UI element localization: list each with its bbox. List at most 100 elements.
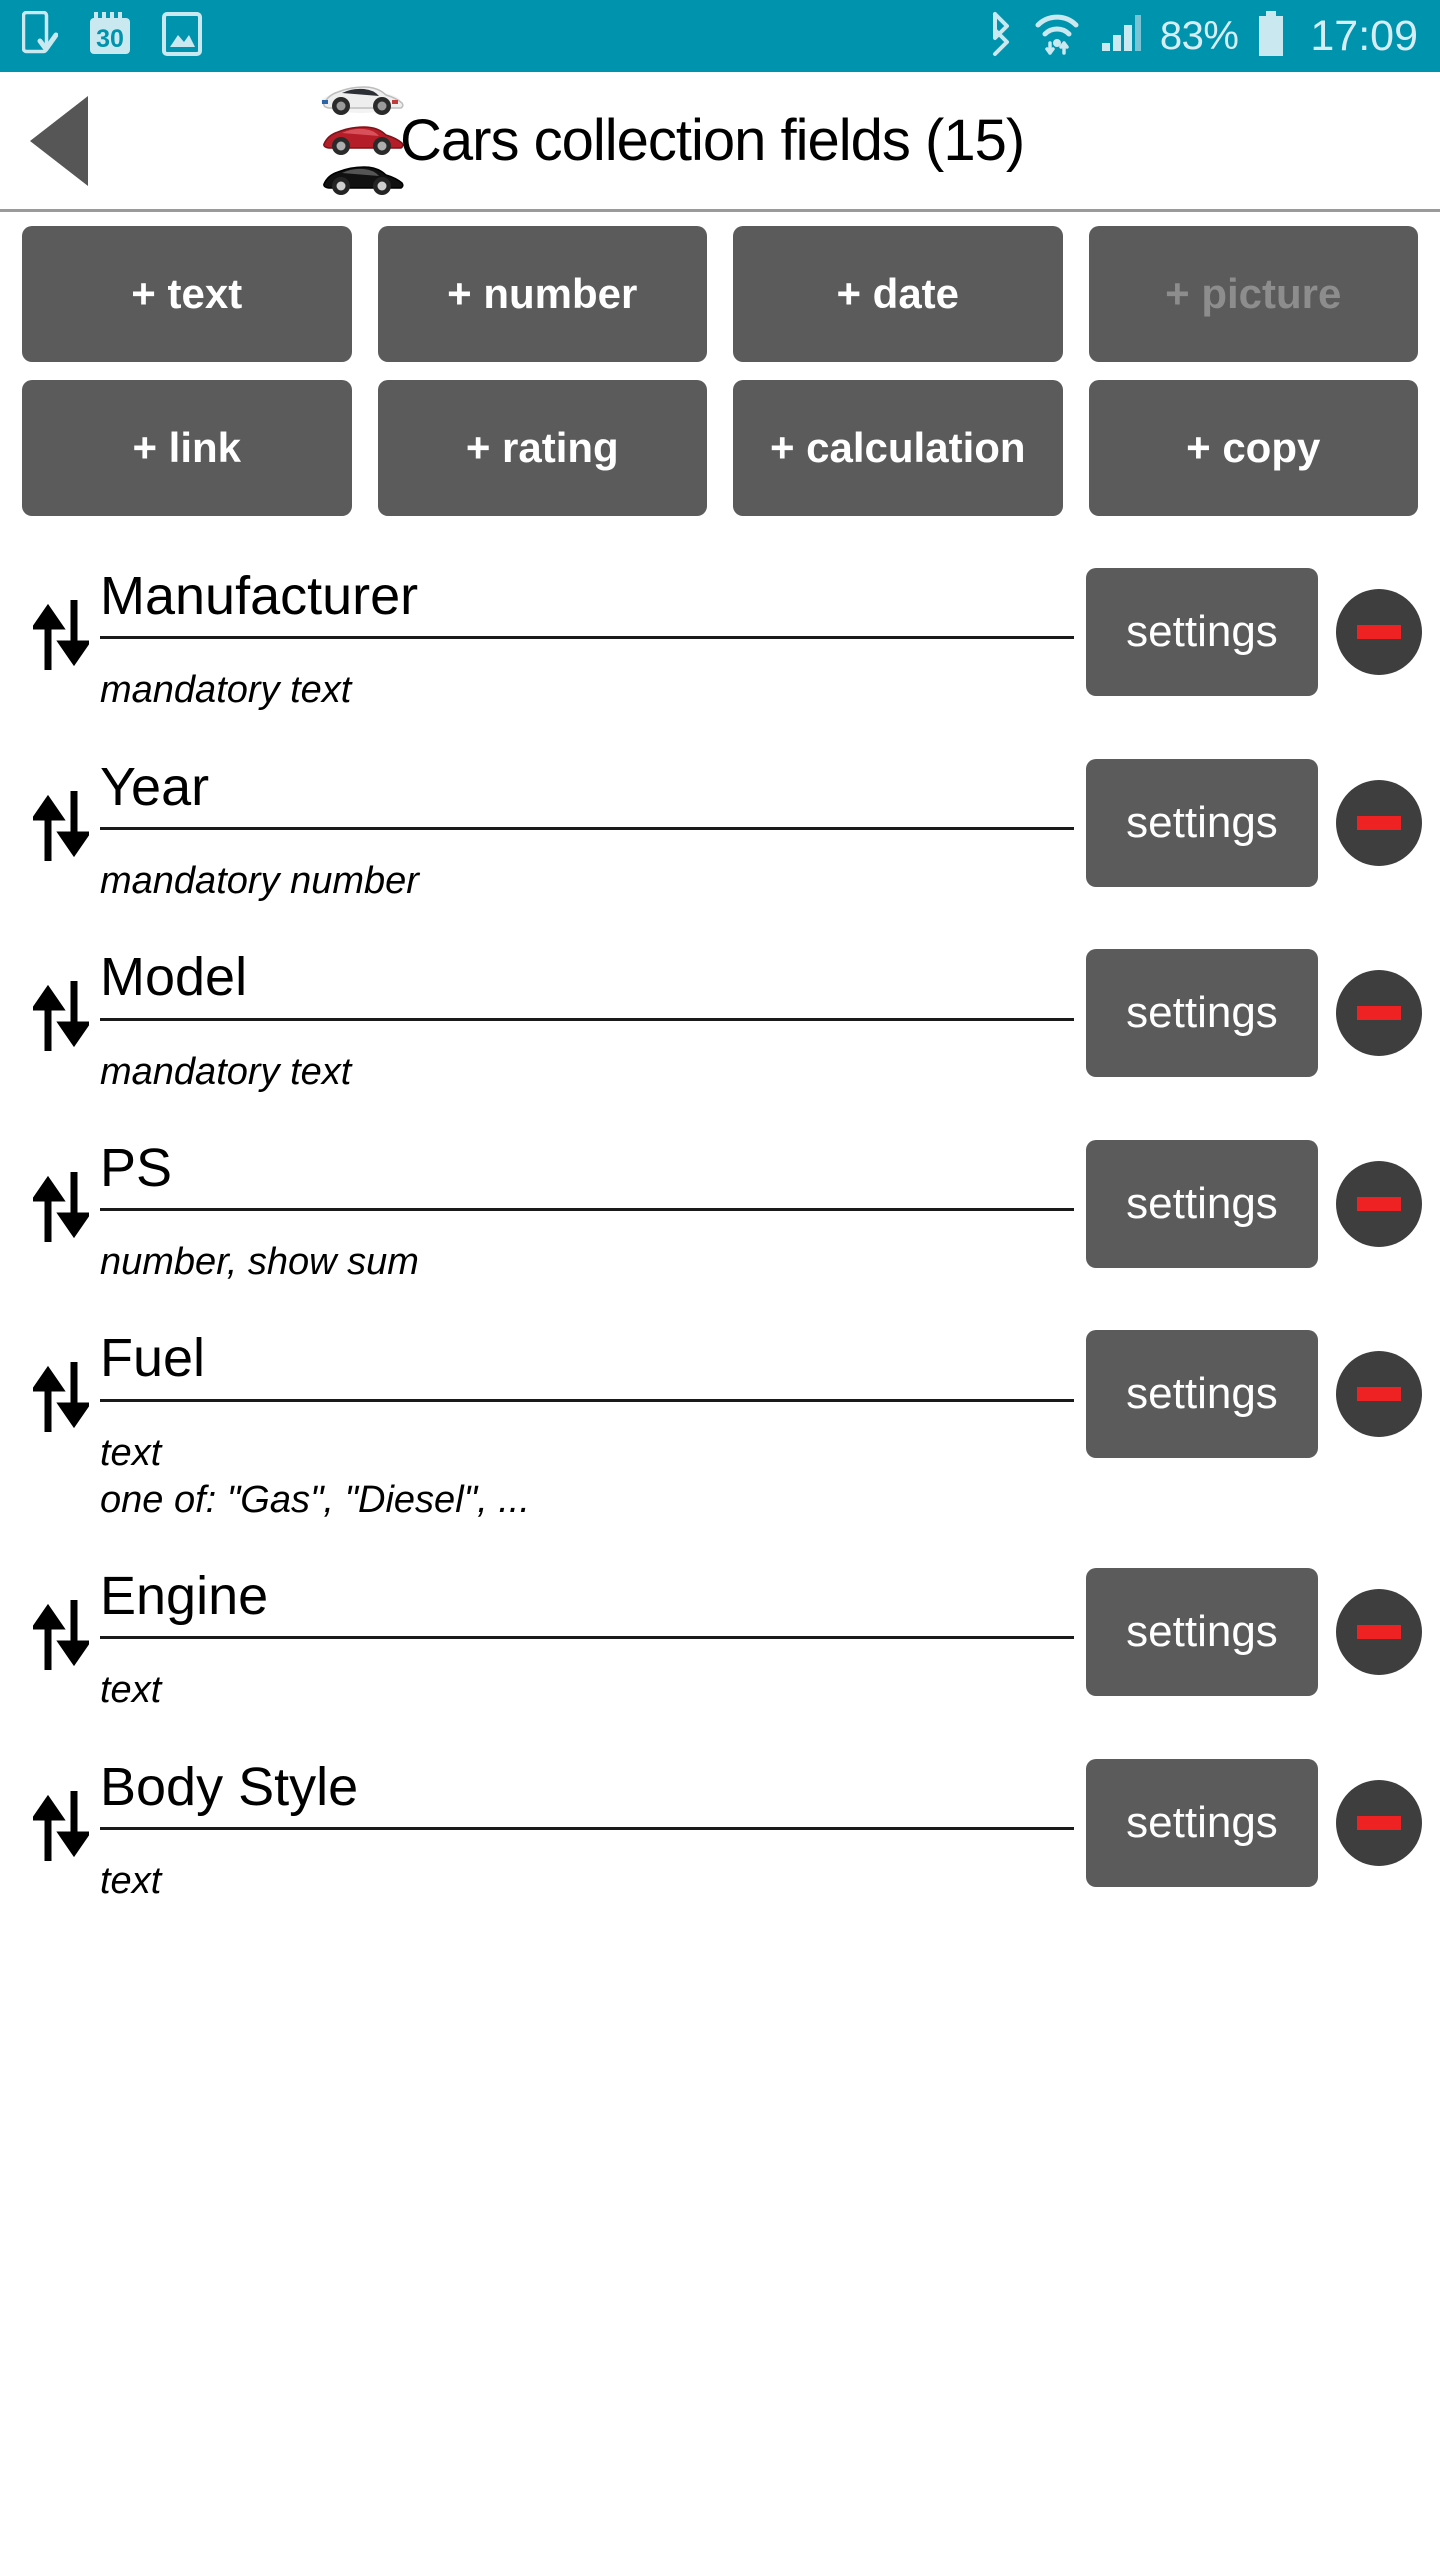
field-description: mandatory text [100, 1050, 352, 1093]
minus-icon [1357, 1625, 1401, 1639]
add-picture-button[interactable]: + picture [1088, 226, 1418, 362]
field-actions: settings [1086, 1314, 1422, 1459]
field-main: Engine text [100, 1552, 1086, 1743]
minus-icon [1357, 1815, 1401, 1830]
field-settings-button[interactable]: settings [1086, 1330, 1318, 1459]
reorder-arrows-icon [33, 1600, 89, 1670]
minus-icon [1357, 815, 1401, 830]
add-field-row-1: + text + number + date + picture [0, 226, 1440, 362]
field-settings-button[interactable]: settings [1086, 1568, 1318, 1696]
field-remove-button[interactable] [1336, 589, 1422, 675]
phone-download-icon [21, 10, 59, 62]
add-date-button[interactable]: + date [733, 226, 1063, 362]
cars-collection-icon [321, 85, 404, 195]
field-main: Body Style text [100, 1743, 1086, 1934]
minus-icon [1357, 1196, 1401, 1211]
add-number-button[interactable]: + number [377, 226, 707, 362]
svg-text:30: 30 [96, 25, 124, 53]
field-name-input[interactable]: Model [100, 933, 1074, 1021]
field-description: text one of: "Gas", "Diesel", ... [100, 1431, 530, 1521]
field-actions: settings [1086, 743, 1422, 887]
field-row: Manufacturer mandatory text settings [0, 552, 1440, 743]
back-arrow-icon [30, 95, 88, 186]
field-name-input[interactable]: PS [100, 1124, 1074, 1212]
field-remove-button[interactable] [1336, 779, 1422, 866]
calendar-icon: 30 [88, 11, 132, 62]
bluetooth-icon [986, 10, 1016, 63]
field-name-value: Manufacturer [100, 566, 419, 626]
reorder-arrows-icon [33, 1362, 89, 1433]
add-link-button[interactable]: + link [22, 380, 352, 516]
field-name-value: Body Style [100, 1756, 359, 1817]
field-actions: settings [1086, 1124, 1422, 1268]
field-name-input[interactable]: Engine [100, 1552, 1074, 1640]
status-bar-left-icons: 30 [21, 10, 202, 62]
field-settings-button[interactable]: settings [1086, 1758, 1318, 1887]
title-group: Cars collection fields (15) [318, 80, 1025, 202]
reorder-handle[interactable] [22, 552, 100, 672]
field-row: Year mandatory number settings [0, 743, 1440, 934]
field-name-input[interactable]: Year [100, 743, 1074, 831]
field-main: Model mandatory text [100, 933, 1086, 1124]
reorder-arrows-icon [33, 600, 89, 670]
field-description: text [100, 1860, 162, 1903]
battery-icon [1256, 10, 1286, 63]
status-bar-right-icons: 83% 17:09 [986, 10, 1418, 63]
reorder-handle[interactable] [22, 1552, 100, 1672]
field-description: number, show sum [100, 1241, 419, 1284]
field-settings-button[interactable]: settings [1086, 1139, 1318, 1268]
field-row: Fuel text one of: "Gas", "Diesel", ... s… [0, 1314, 1440, 1552]
field-actions: settings [1086, 1743, 1422, 1887]
field-name-input[interactable]: Fuel [100, 1314, 1074, 1402]
field-name-value: Model [100, 947, 248, 1008]
field-main: PS number, show sum [100, 1124, 1086, 1315]
reorder-arrows-icon [33, 1171, 89, 1242]
minus-icon [1357, 625, 1401, 639]
field-remove-button[interactable] [1336, 1351, 1422, 1438]
field-name-value: Fuel [100, 1328, 206, 1389]
field-description: mandatory text [100, 669, 352, 712]
field-name-input[interactable]: Manufacturer [100, 552, 1074, 640]
cellular-signal-icon [1098, 11, 1142, 62]
field-description: mandatory number [100, 860, 419, 903]
add-text-button[interactable]: + text [22, 226, 352, 362]
reorder-handle[interactable] [22, 1743, 100, 1863]
add-copy-button[interactable]: + copy [1088, 380, 1418, 516]
field-actions: settings [1086, 1552, 1422, 1696]
status-bar: 30 83% 17:09 [0, 0, 1440, 72]
field-row: PS number, show sum settings [0, 1124, 1440, 1315]
minus-icon [1357, 1387, 1401, 1402]
field-main: Fuel text one of: "Gas", "Diesel", ... [100, 1314, 1086, 1552]
field-name-value: Year [100, 756, 210, 817]
field-remove-button[interactable] [1336, 1160, 1422, 1247]
add-field-row-2: + link + rating + calculation + copy [0, 380, 1440, 516]
page-title: Cars collection fields (15) [400, 108, 1025, 173]
reorder-handle[interactable] [22, 1314, 100, 1434]
field-row: Body Style text settings [0, 1743, 1440, 1934]
back-button[interactable] [0, 95, 118, 186]
clock-label: 17:09 [1310, 11, 1418, 60]
field-name-input[interactable]: Body Style [100, 1743, 1074, 1831]
battery-percent-label: 83% [1159, 13, 1239, 58]
reorder-handle[interactable] [22, 933, 100, 1053]
field-settings-button[interactable]: settings [1086, 568, 1318, 696]
field-row: Engine text settings [0, 1552, 1440, 1743]
minus-icon [1357, 1006, 1401, 1021]
field-remove-button[interactable] [1336, 1589, 1422, 1675]
add-rating-button[interactable]: + rating [377, 380, 707, 516]
reorder-arrows-icon [33, 790, 89, 861]
title-bar: Cars collection fields (15) [0, 72, 1440, 212]
reorder-handle[interactable] [22, 1124, 100, 1244]
field-remove-button[interactable] [1336, 1779, 1422, 1866]
field-main: Year mandatory number [100, 743, 1086, 934]
add-calculation-button[interactable]: + calculation [733, 380, 1063, 516]
field-settings-button[interactable]: settings [1086, 949, 1318, 1078]
reorder-arrows-icon [33, 1790, 89, 1861]
field-settings-button[interactable]: settings [1086, 758, 1318, 887]
add-field-toolbar: + text + number + date + picture + link … [0, 212, 1440, 516]
field-name-value: PS [100, 1137, 173, 1198]
reorder-arrows-icon [33, 981, 89, 1052]
wifi-icon [1034, 10, 1080, 63]
field-remove-button[interactable] [1336, 970, 1422, 1057]
reorder-handle[interactable] [22, 743, 100, 863]
